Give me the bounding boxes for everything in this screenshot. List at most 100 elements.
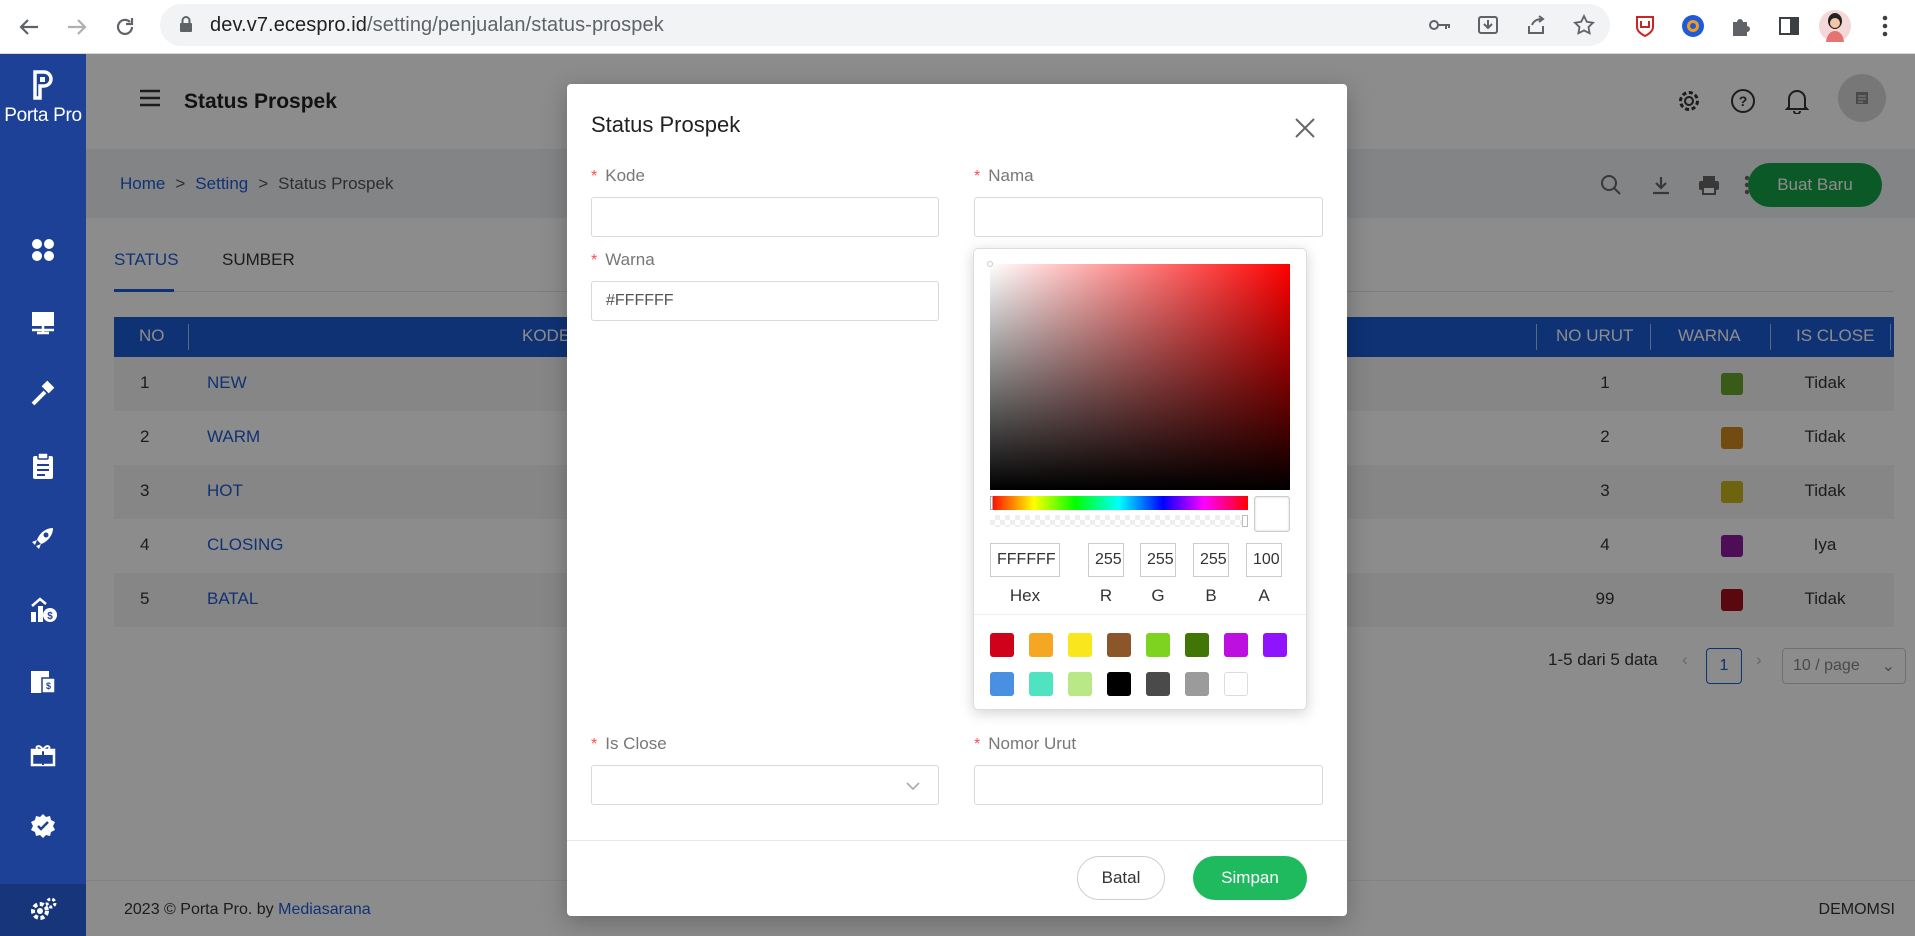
vpn-extension-icon[interactable] — [1674, 7, 1712, 45]
saturation-cursor[interactable] — [987, 261, 993, 267]
picker-divider — [974, 614, 1306, 615]
preset-color-swatch[interactable] — [990, 672, 1014, 696]
sidepanel-icon[interactable] — [1770, 7, 1808, 45]
preset-color-swatch[interactable] — [1185, 633, 1209, 657]
warna-label: * Warna — [591, 250, 655, 270]
preset-color-swatch[interactable] — [1224, 672, 1248, 696]
menu-kebab-icon[interactable] — [1866, 7, 1904, 45]
blue-label: B — [1205, 586, 1217, 605]
preset-color-swatch[interactable] — [1107, 633, 1131, 657]
hue-slider-thumb[interactable] — [990, 496, 993, 510]
rocket-icon — [32, 528, 53, 549]
modal-footer-divider — [567, 840, 1347, 841]
red-input[interactable]: 255 — [1088, 543, 1124, 577]
close-icon[interactable] — [1293, 116, 1319, 142]
svg-text:$: $ — [47, 611, 53, 622]
profile-avatar-icon[interactable] — [1816, 7, 1854, 45]
required-mark: * — [591, 736, 598, 753]
red-label: R — [1099, 586, 1113, 605]
puzzle-icon[interactable] — [1722, 7, 1760, 45]
warna-label-text: Warna — [605, 250, 655, 269]
hammer-icon — [31, 380, 55, 406]
porta-logo-icon — [33, 70, 53, 100]
preset-color-swatch[interactable] — [1146, 672, 1170, 696]
reload-icon[interactable] — [106, 8, 144, 46]
forward-icon[interactable] — [58, 8, 96, 46]
green-label: G — [1151, 586, 1165, 605]
is-close-select[interactable] — [591, 765, 939, 805]
modal-title: Status Prospek — [591, 112, 741, 137]
share-icon[interactable] — [1524, 13, 1548, 37]
preset-color-swatch[interactable] — [1185, 672, 1209, 696]
required-mark: * — [974, 736, 981, 753]
install-icon[interactable] — [1476, 13, 1500, 37]
preset-color-swatch[interactable] — [1224, 633, 1248, 657]
kode-label: * Kode — [591, 166, 645, 186]
badge-check-icon — [31, 814, 55, 838]
browser-toolbar: dev.v7.ecespro.id/setting/penjualan/stat… — [0, 0, 1915, 54]
clipboard-icon — [33, 452, 53, 479]
alpha-label: A — [1258, 586, 1270, 605]
sidebar-item-finance[interactable]: $ — [0, 584, 86, 636]
color-picker: FFFFFF 255 255 255 100 Hex R G B A — [973, 248, 1307, 710]
alpha-input[interactable]: 100 — [1246, 543, 1282, 577]
is-close-label: * Is Close — [591, 734, 667, 754]
presentation-icon — [32, 312, 54, 335]
hex-label: Hex — [1009, 586, 1041, 605]
nama-label: * Nama — [974, 166, 1034, 186]
sidebar-item-rewards[interactable] — [0, 728, 86, 780]
alpha-slider-thumb[interactable] — [1242, 515, 1248, 527]
preset-color-swatch[interactable] — [1029, 633, 1053, 657]
sidebar-item-tasks[interactable] — [0, 440, 86, 492]
hex-input[interactable]: FFFFFF — [990, 543, 1060, 577]
brand-name: Porta Pro — [4, 105, 82, 126]
sidebar-item-tools[interactable] — [0, 368, 86, 420]
alpha-slider[interactable] — [990, 515, 1248, 527]
nama-label-text: Nama — [988, 166, 1034, 185]
sidebar-item-settings[interactable] — [0, 884, 86, 936]
app-logo[interactable]: Porta Pro — [0, 70, 86, 127]
preset-color-swatch[interactable] — [1068, 633, 1092, 657]
preset-color-swatch[interactable] — [1029, 672, 1053, 696]
sidebar-item-marketing[interactable] — [0, 512, 86, 564]
dashboard-icon — [32, 239, 54, 261]
preset-color-swatch[interactable] — [1146, 633, 1170, 657]
finance-icon: $ — [31, 597, 57, 622]
gift-icon — [30, 745, 56, 767]
back-icon[interactable] — [10, 8, 48, 46]
invoice-icon: $ — [31, 671, 56, 694]
warna-input[interactable]: #FFFFFF — [591, 281, 939, 321]
preset-color-swatch[interactable] — [990, 633, 1014, 657]
color-preview — [1254, 496, 1290, 532]
sidebar-item-invoice[interactable]: $ — [0, 656, 86, 708]
nomor-urut-label-text: Nomor Urut — [988, 734, 1077, 753]
blue-input[interactable]: 255 — [1193, 543, 1229, 577]
nomor-urut-input[interactable] — [974, 765, 1323, 805]
address-bar[interactable]: dev.v7.ecespro.id/setting/penjualan/stat… — [160, 4, 1610, 46]
required-mark: * — [974, 168, 981, 185]
green-input[interactable]: 255 — [1140, 543, 1176, 577]
lock-icon — [178, 15, 194, 38]
saturation-area[interactable] — [987, 261, 1290, 490]
sidebar-item-approval[interactable] — [0, 800, 86, 852]
url-text: dev.v7.ecespro.id/setting/penjualan/stat… — [210, 14, 664, 36]
sidebar-item-dashboard[interactable] — [0, 224, 86, 276]
shield-extension-icon[interactable] — [1626, 7, 1664, 45]
is-close-label-text: Is Close — [605, 734, 667, 753]
key-icon[interactable] — [1428, 13, 1452, 37]
hue-slider[interactable] — [990, 496, 1248, 510]
nama-input[interactable] — [974, 197, 1323, 237]
bookmark-star-icon[interactable] — [1572, 13, 1596, 37]
preset-color-swatch[interactable] — [1263, 633, 1287, 657]
kode-input[interactable] — [591, 197, 939, 237]
preset-color-swatch[interactable] — [1068, 672, 1092, 696]
required-mark: * — [591, 168, 598, 185]
kode-label-text: Kode — [605, 166, 645, 185]
settings-icon — [31, 897, 57, 920]
save-button[interactable]: Simpan — [1193, 856, 1307, 900]
cancel-button[interactable]: Batal — [1077, 856, 1165, 900]
preset-color-swatch[interactable] — [1107, 672, 1131, 696]
sidebar: Porta Pro $ $ — [0, 54, 86, 936]
required-mark: * — [591, 252, 598, 269]
sidebar-item-presentation[interactable] — [0, 296, 86, 348]
